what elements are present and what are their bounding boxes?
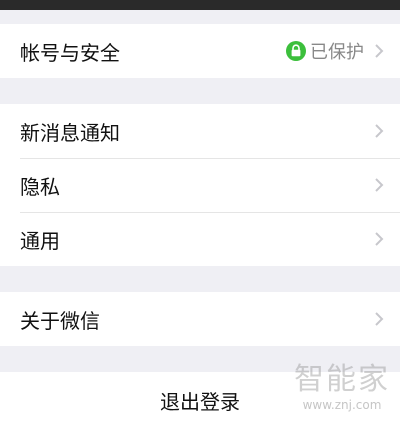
new-message-notification-item[interactable]: 新消息通知 [0, 104, 400, 158]
general-label: 通用 [20, 228, 60, 253]
privacy-item[interactable]: 隐私 [0, 158, 400, 212]
about-wechat-label: 关于微信 [20, 308, 100, 333]
account-security-item[interactable]: 帐号与安全 已保护 [0, 24, 400, 78]
settings-section: 新消息通知 隐私 通用 [0, 104, 400, 266]
chevron-right-icon [375, 178, 384, 192]
section-gap [0, 10, 400, 24]
section-gap [0, 346, 400, 372]
status-bar-edge [0, 0, 400, 10]
section-gap [0, 78, 400, 104]
lock-icon [286, 41, 306, 61]
new-message-notification-label: 新消息通知 [20, 120, 120, 145]
general-item[interactable]: 通用 [0, 212, 400, 266]
logout-button[interactable]: 退出登录 [0, 372, 400, 428]
account-security-label: 帐号与安全 [20, 40, 120, 65]
privacy-label: 隐私 [20, 174, 60, 199]
protection-status-text: 已保护 [310, 42, 364, 63]
chevron-right-icon [375, 44, 384, 58]
chevron-right-icon [375, 232, 384, 246]
protection-status: 已保护 [286, 38, 364, 64]
account-section: 帐号与安全 已保护 [0, 24, 400, 78]
about-wechat-item[interactable]: 关于微信 [0, 292, 400, 346]
logout-label: 退出登录 [160, 389, 240, 414]
about-section: 关于微信 [0, 292, 400, 346]
chevron-right-icon [375, 124, 384, 138]
chevron-right-icon [375, 312, 384, 326]
section-gap [0, 266, 400, 292]
